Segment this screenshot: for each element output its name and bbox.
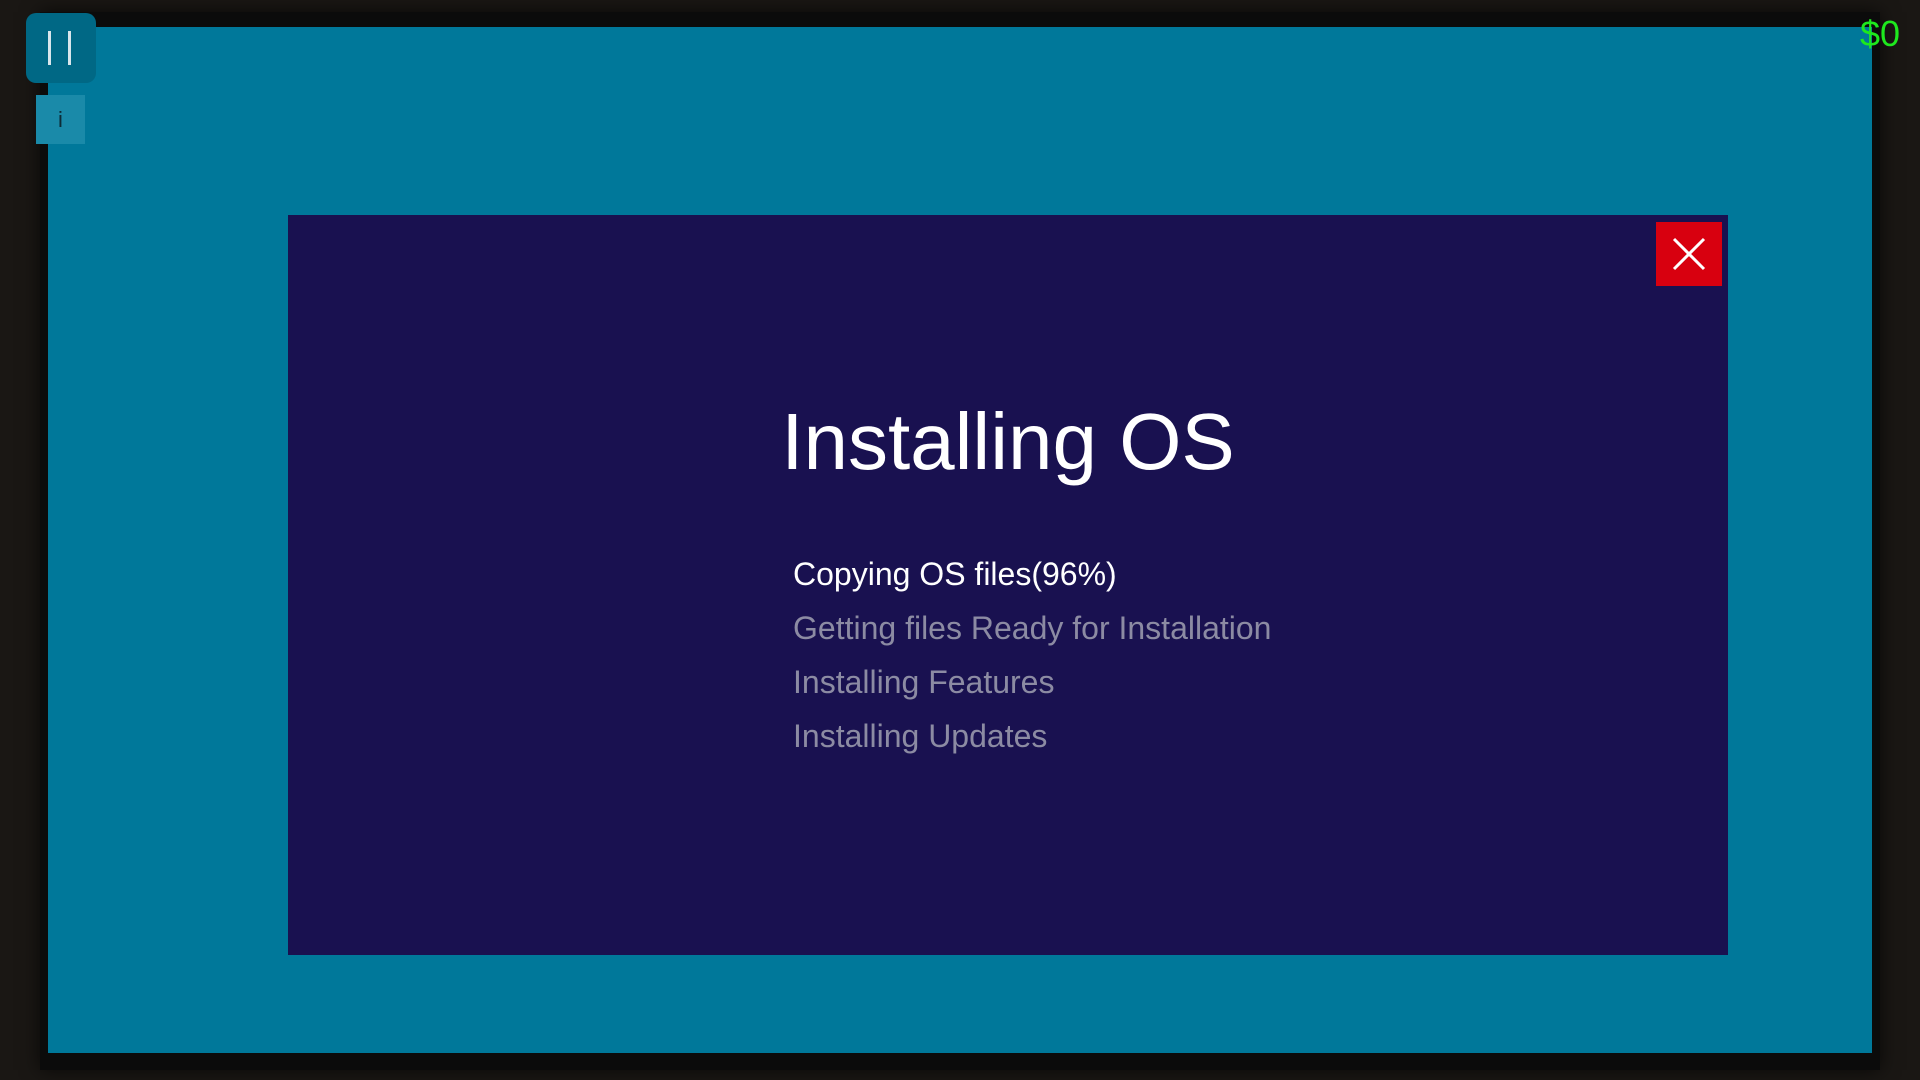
close-button[interactable]	[1656, 222, 1722, 286]
money-counter: $0	[1859, 13, 1900, 54]
pause-button[interactable]	[26, 13, 96, 83]
install-window: Installing OS Copying OS files(96%) Gett…	[288, 215, 1728, 955]
install-step-updates: Installing Updates	[793, 718, 1048, 754]
pause-icon-bar	[68, 31, 71, 65]
pause-icon	[48, 31, 51, 65]
info-icon: i	[58, 107, 63, 132]
install-steps: Copying OS files(96%) Getting files Read…	[793, 547, 1271, 763]
install-step-copying: Copying OS files(96%)	[793, 556, 1117, 592]
info-button[interactable]: i	[36, 95, 85, 144]
install-step-features: Installing Features	[793, 664, 1055, 700]
close-icon	[1672, 237, 1706, 271]
game-screen: Installing OS Copying OS files(96%) Gett…	[48, 27, 1872, 1053]
install-title: Installing OS	[781, 397, 1235, 486]
install-step-preparing: Getting files Ready for Installation	[793, 610, 1272, 646]
